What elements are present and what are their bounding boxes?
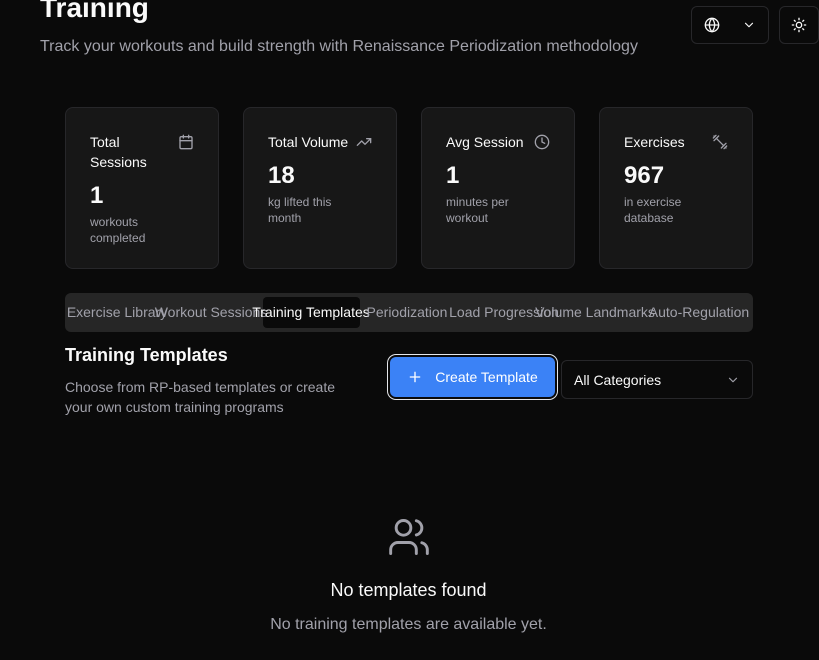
theme-toggle-button[interactable] <box>779 6 819 44</box>
section-title: Training Templates <box>65 345 228 365</box>
stat-card-title: Total Sessions <box>90 134 147 170</box>
tab-training-templates[interactable]: Training Templates <box>252 297 370 328</box>
plus-icon <box>409 371 421 383</box>
sun-icon <box>791 17 807 33</box>
trending-up-icon <box>356 138 372 146</box>
tab-list: Exercise Library Workout Sessions Traini… <box>65 293 753 332</box>
stat-card-exercises: Exercises 967 in exercise database <box>599 107 753 269</box>
chevron-down-icon <box>744 22 754 28</box>
category-select[interactable]: All Categories <box>561 360 753 399</box>
create-template-button[interactable]: Create Template <box>390 357 555 397</box>
tab-auto-regulation[interactable]: Auto-Regulation <box>649 297 749 328</box>
stat-card-description: kg lifted this month <box>268 195 332 225</box>
stat-card-title: Exercises <box>624 134 685 150</box>
globe-icon <box>704 17 720 33</box>
stat-card-description: workouts completed <box>90 215 146 245</box>
stat-card-value: 967 <box>624 162 665 189</box>
chevron-down-icon <box>728 377 738 382</box>
category-select-value: All Categories <box>574 371 662 388</box>
stat-card-value: 1 <box>90 182 104 209</box>
stat-card-avg-session: Avg Session 1 minutes per workout <box>421 107 575 269</box>
stat-card-title: Avg Session <box>446 134 524 150</box>
tab-periodization[interactable]: Periodization <box>367 297 448 328</box>
create-template-label: Create Template <box>435 369 538 385</box>
language-selector-button[interactable] <box>691 6 769 44</box>
tab-workout-sessions[interactable]: Workout Sessions <box>155 297 268 328</box>
stat-card-value: 1 <box>446 162 460 189</box>
clock-icon <box>534 134 550 150</box>
empty-state-title: No templates found <box>330 580 487 600</box>
page-title: Training <box>40 0 149 23</box>
stat-card-total-sessions: Total Sessions 1 workouts completed <box>65 107 219 269</box>
tab-exercise-library[interactable]: Exercise Library <box>67 297 167 328</box>
empty-state-description: No training templates are available yet. <box>270 616 547 633</box>
stat-card-title: Total Volume <box>268 134 349 150</box>
stat-card-total-volume: Total Volume 18 kg lifted this month <box>243 107 397 269</box>
calendar-icon <box>179 134 193 150</box>
page-subtitle: Track your workouts and build strength w… <box>40 38 638 55</box>
stat-card-description: in exercise database <box>624 195 682 225</box>
stat-card-value: 18 <box>268 162 295 189</box>
stat-card-description: minutes per workout <box>446 195 509 225</box>
section-description: Choose from RP-based templates or create… <box>65 379 336 415</box>
users-icon <box>389 519 429 555</box>
tab-volume-landmarks[interactable]: Volume Landmarks <box>535 297 655 328</box>
dumbbell-icon <box>712 134 728 150</box>
